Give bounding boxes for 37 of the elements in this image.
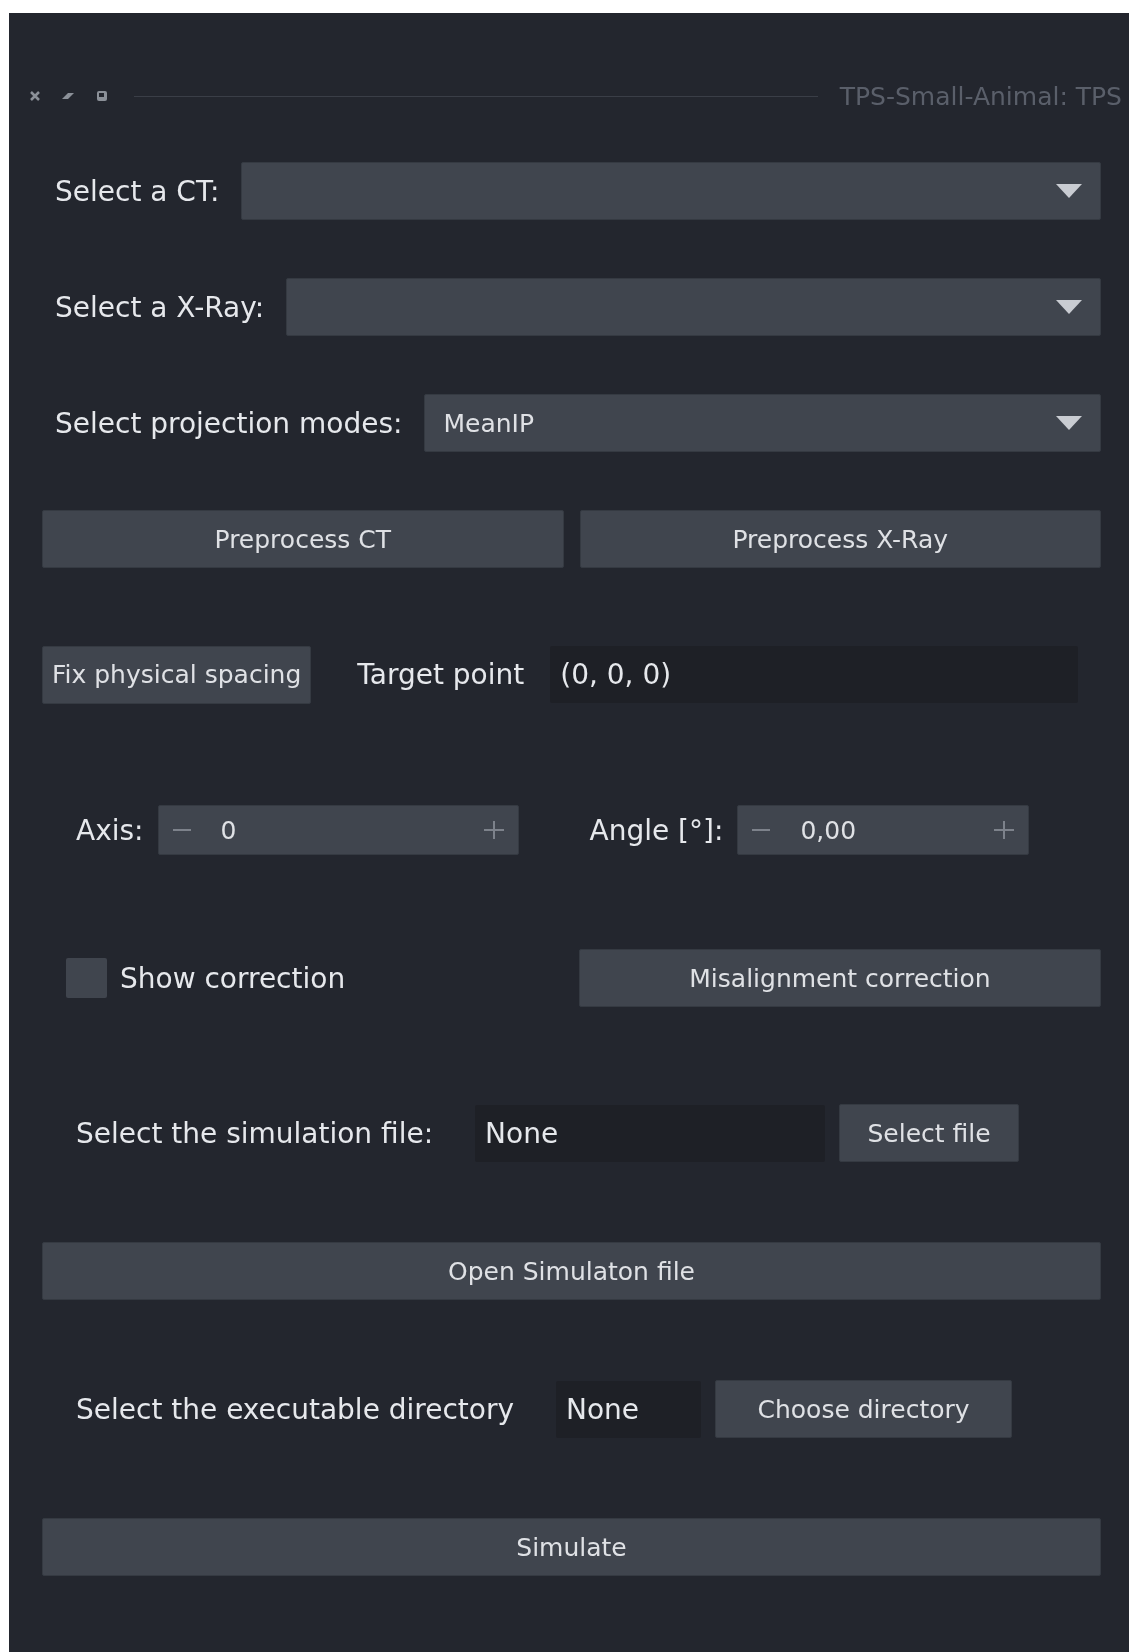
window-title: TPS-Small-Animal: TPS — [839, 81, 1122, 111]
field-label: Select a CT: — [55, 174, 220, 208]
field-label: Axis: — [76, 813, 144, 847]
checkbox-label: Show correction — [120, 961, 347, 995]
input-field[interactable]: None — [475, 1104, 826, 1162]
choose-directory-button[interactable]: Choose directory — [715, 1380, 1013, 1438]
input-field[interactable]: None — [556, 1380, 702, 1438]
plus-icon — [994, 821, 1015, 839]
minus-icon — [752, 829, 771, 831]
field-label: Target point — [357, 658, 525, 691]
caret-icon — [1056, 300, 1082, 314]
close-icon — [30, 91, 40, 101]
minus-icon — [172, 829, 191, 831]
select-file-button[interactable]: Select file — [839, 1104, 1020, 1162]
input-field[interactable]: (0, 0, 0) — [550, 646, 1078, 703]
field-label: Select a X-Ray: — [55, 290, 265, 324]
caret-icon — [1056, 416, 1082, 430]
minimize-icon — [62, 92, 74, 100]
caret-icon — [1056, 184, 1082, 198]
open-file-button[interactable]: Open Simulaton file — [42, 1242, 1101, 1300]
simulate-button[interactable]: Simulate — [42, 1518, 1101, 1576]
spin-box[interactable]: 0,00 — [737, 805, 1030, 855]
preprocess-button[interactable]: Preprocess CT — [42, 510, 564, 568]
field-label: Select projection modes: — [55, 406, 403, 440]
correction-button[interactable]: Misalignment correction — [579, 949, 1101, 1007]
plus-icon — [483, 821, 504, 839]
field-label: Select the simulation file: — [76, 1116, 434, 1150]
spacing-button[interactable]: Fix physical spacing — [42, 645, 312, 704]
dropdown[interactable] — [241, 162, 1101, 220]
spin-box[interactable]: 0 — [157, 805, 519, 855]
checkbox[interactable] — [66, 958, 107, 998]
field-label: Select the executable directory — [76, 1392, 515, 1426]
dropdown[interactable] — [286, 278, 1101, 336]
preprocess-button[interactable]: Preprocess X-Ray — [579, 510, 1101, 568]
dropdown[interactable]: MeanIP — [424, 394, 1101, 452]
maximize-icon — [96, 90, 108, 102]
field-label: Angle [°]: — [589, 813, 724, 847]
